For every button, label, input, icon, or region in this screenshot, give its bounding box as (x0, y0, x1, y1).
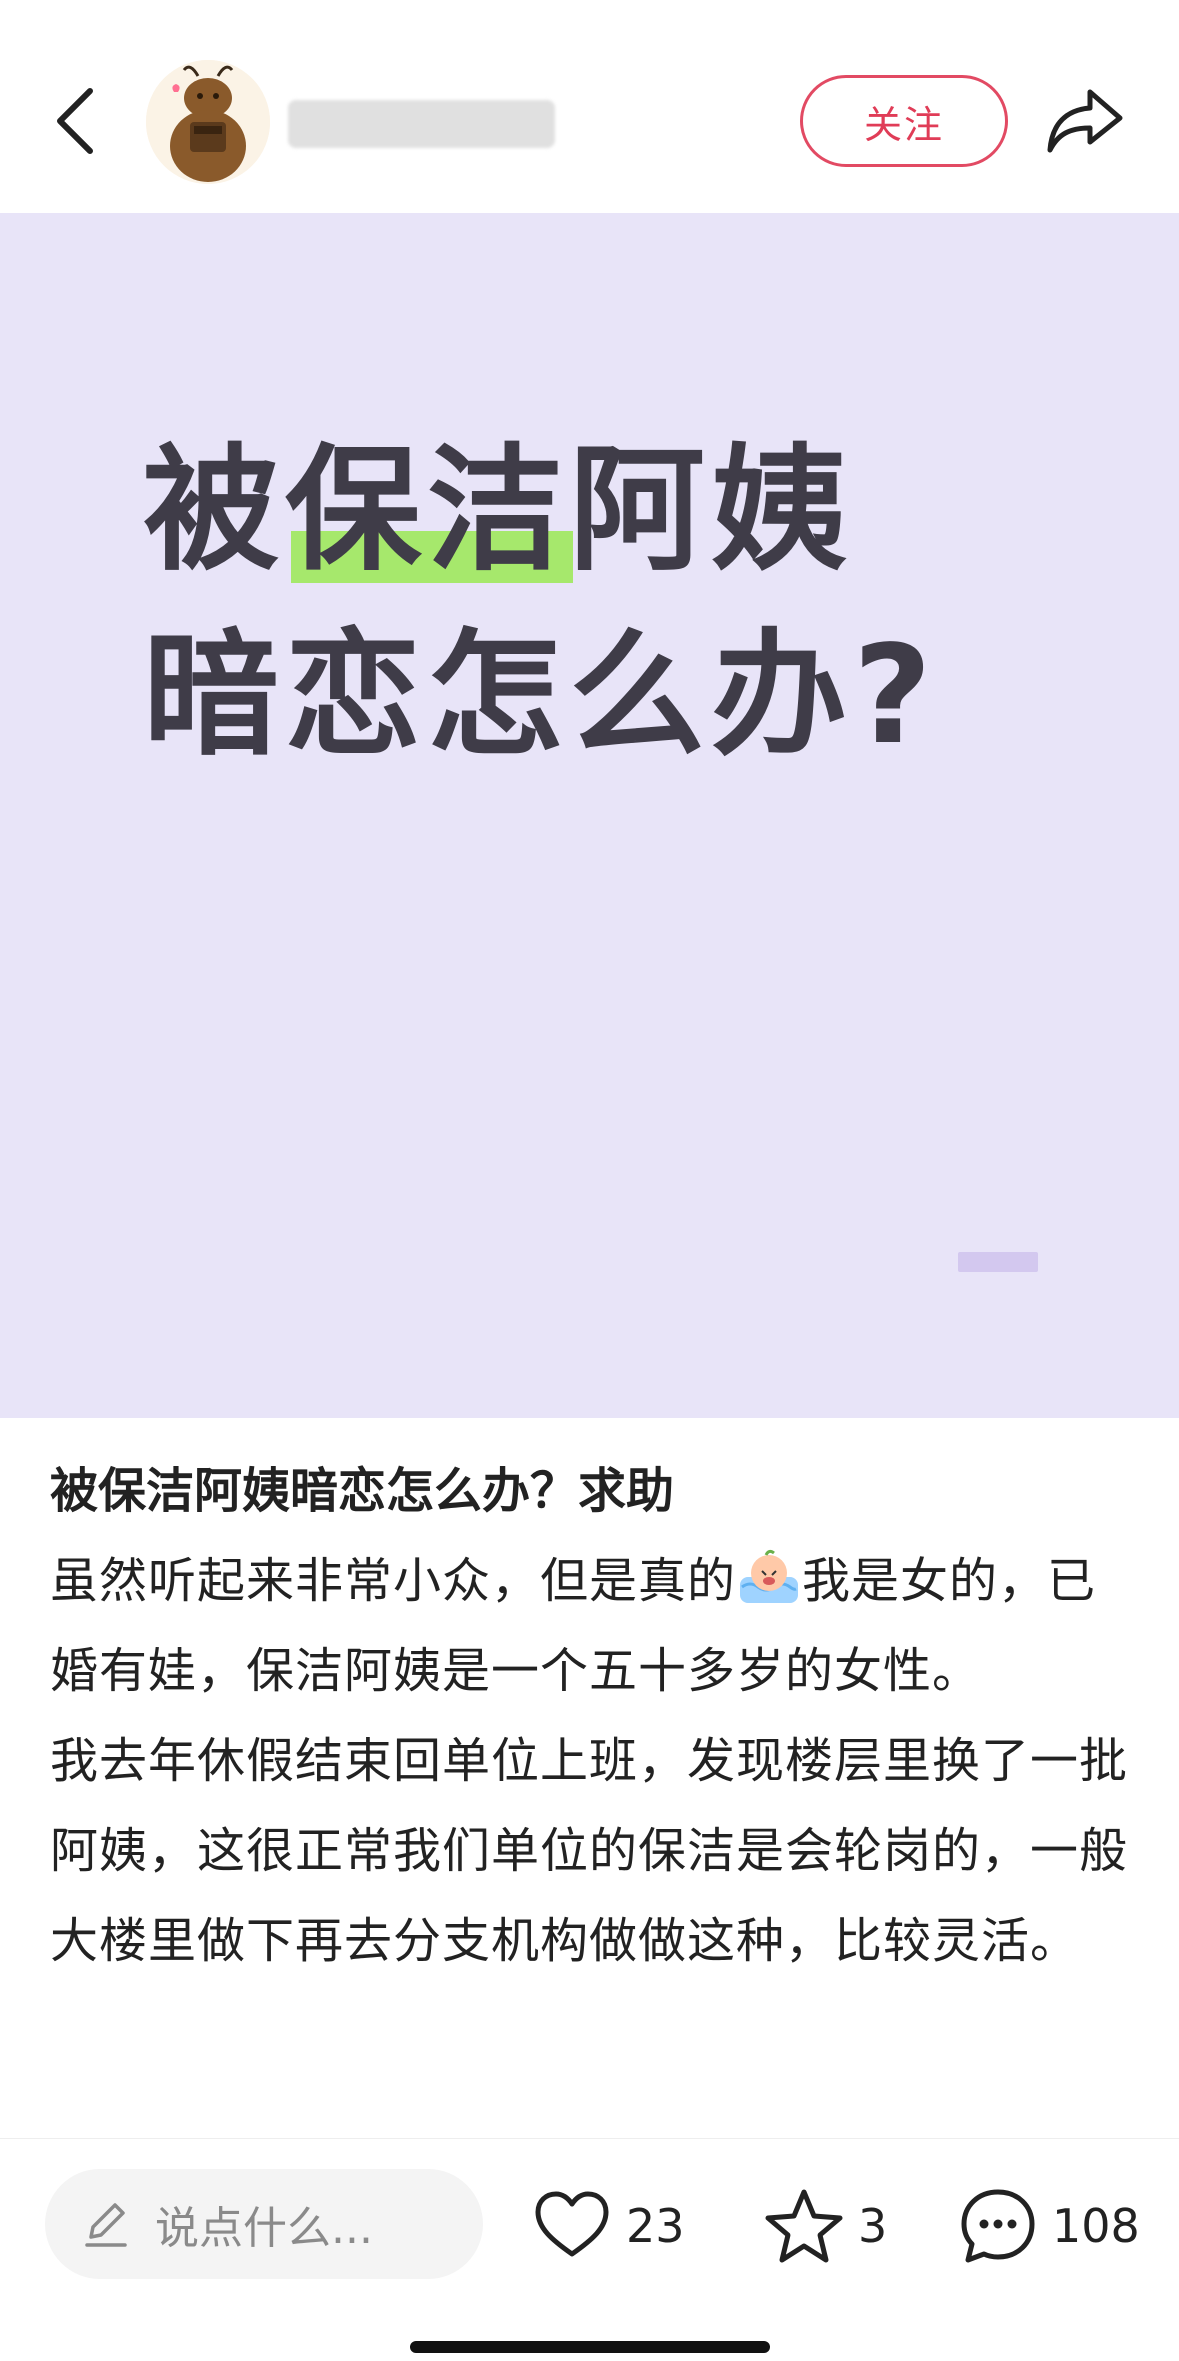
cover-title-line-1: 被保洁阿姨 (143, 432, 853, 590)
author-name-blurred[interactable] (288, 100, 555, 148)
share-button[interactable] (1040, 76, 1130, 166)
chevron-left-icon (57, 88, 93, 154)
comment-input[interactable]: 说点什么... (45, 2169, 483, 2279)
bear-avatar-icon (146, 60, 270, 184)
collect-count: 3 (858, 2199, 888, 2253)
follow-button[interactable]: 关注 (800, 75, 1008, 167)
home-indicator[interactable] (410, 2341, 770, 2353)
star-icon (765, 2189, 843, 2263)
like-count: 23 (626, 2199, 685, 2253)
pencil-icon (85, 2203, 127, 2247)
post-body: 虽然听起来非常小众，但是真的 我是女的，已婚有娃，保洁阿姨是一个五十多岁的女性。… (50, 1536, 1140, 1986)
speech-bubble-icon (961, 2189, 1035, 2263)
heart-icon (535, 2191, 609, 2257)
comments-button[interactable]: 108 (958, 2181, 1140, 2271)
crying-emoji-icon (736, 1546, 802, 1606)
comment-count: 108 (1052, 2199, 1140, 2253)
share-arrow-icon (1047, 89, 1123, 153)
bottom-action-bar: 说点什么... 23 3 108 (0, 2138, 1179, 2361)
post-title: 被保洁阿姨暗恋怎么办？求助 (50, 1463, 675, 1519)
top-nav-bar: 关注 (0, 0, 1179, 213)
post-paragraph-2: 我去年休假结束回单位上班，发现楼层里换了一批阿姨，这很正常我们单位的保洁是会轮岗… (50, 1733, 1129, 1970)
cover-image[interactable]: 被保洁阿姨 暗恋怎么办? (0, 213, 1179, 1418)
page-indicator (958, 1252, 1038, 1272)
back-button[interactable] (46, 76, 106, 166)
collect-button[interactable]: 3 (764, 2181, 887, 2271)
comment-placeholder: 说点什么... (155, 2203, 373, 2254)
like-button[interactable]: 23 (532, 2181, 685, 2271)
post-text-segment: 虽然听起来非常小众，但是真的 (50, 1553, 737, 1610)
cover-title-line-2: 暗恋怎么办? (143, 617, 938, 775)
author-avatar[interactable] (146, 60, 270, 184)
post-content: 被保洁阿姨暗恋怎么办？求助 虽然听起来非常小众，但是真的 我是女的，已婚有娃，保… (50, 1440, 1140, 1986)
